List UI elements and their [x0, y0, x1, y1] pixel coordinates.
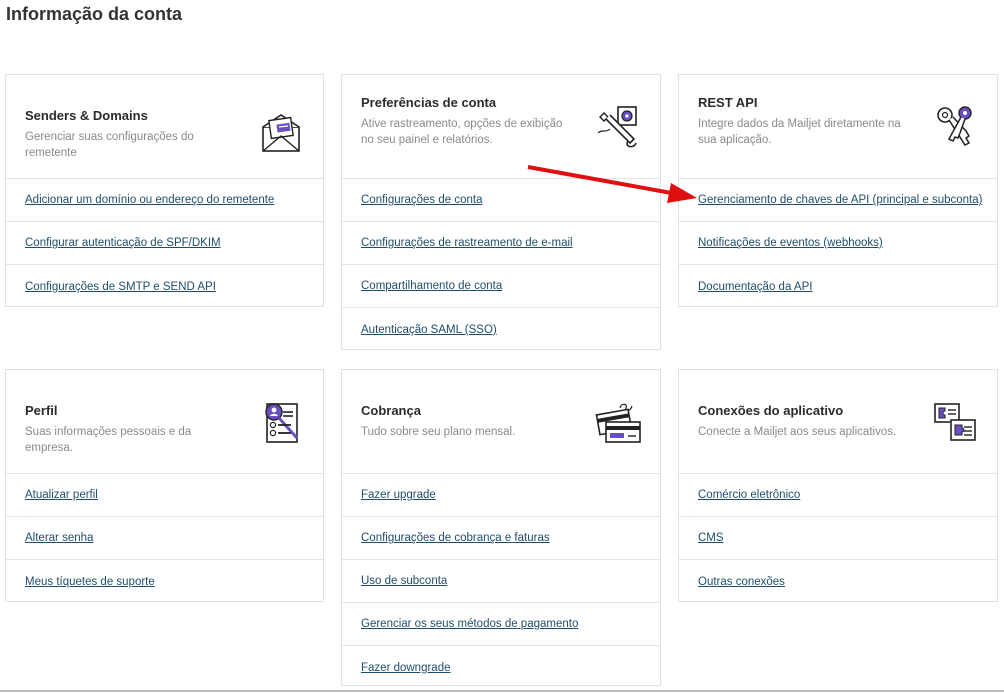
link-row: Configurar autenticação de SPF/DKIM — [6, 222, 323, 265]
card-description: Integre dados da Mailjet diretamente na … — [698, 118, 901, 146]
link-row: Gerenciar os seus métodos de pagamento — [342, 603, 660, 646]
keys-icon — [937, 106, 972, 146]
link-row: Comércio eletrônico — [679, 474, 997, 517]
card-rest-api: REST API Integre dados da Mailjet direta… — [678, 74, 998, 307]
card-header: Senders & Domains Gerenciar suas configu… — [6, 75, 323, 179]
card-description: Conecte a Mailjet aos seus aplicativos. — [698, 426, 897, 438]
account-settings-link[interactable]: Configurações de conta — [361, 194, 482, 206]
other-connections-link[interactable]: Outras conexões — [698, 576, 785, 588]
ecommerce-link[interactable]: Comércio eletrônico — [698, 489, 800, 501]
profile-magnifier-icon — [265, 403, 299, 443]
spf-dkim-auth-link[interactable]: Configurar autenticação de SPF/DKIM — [25, 237, 221, 249]
link-row: CMS — [679, 517, 997, 560]
card-billing: Cobrança Tudo sobre seu plano mensal. Fa… — [341, 369, 661, 686]
card-title: Cobrança — [361, 403, 421, 418]
upgrade-link[interactable]: Fazer upgrade — [361, 489, 436, 501]
account-sharing-link[interactable]: Compartilhamento de conta — [361, 280, 502, 292]
card-header: REST API Integre dados da Mailjet direta… — [679, 75, 997, 179]
card-description: Ative rastreamento, opções de exibição n… — [361, 118, 563, 146]
card-header: Conexões do aplicativo Conecte a Mailjet… — [679, 370, 997, 474]
puzzle-cards-icon — [934, 403, 976, 441]
downgrade-link[interactable]: Fazer downgrade — [361, 662, 451, 674]
card-header: Perfil Suas informações pessoais e da em… — [6, 370, 323, 474]
event-webhooks-link[interactable]: Notificações de eventos (webhooks) — [698, 237, 883, 249]
cms-link[interactable]: CMS — [698, 532, 724, 544]
link-row: Configurações de rastreamento de e-mail — [342, 222, 660, 265]
link-row: Notificações de eventos (webhooks) — [679, 222, 997, 265]
card-title: REST API — [698, 95, 758, 110]
link-row: Uso de subconta — [342, 560, 660, 603]
update-profile-link[interactable]: Atualizar perfil — [25, 489, 98, 501]
add-sender-domain-link[interactable]: Adicionar um domínio ou endereço do reme… — [25, 194, 274, 206]
credit-card-icon — [595, 403, 641, 443]
payment-methods-link[interactable]: Gerenciar os seus métodos de pagamento — [361, 618, 578, 630]
link-row: Compartilhamento de conta — [342, 265, 660, 308]
link-row: Meus tíquetes de suporte — [6, 560, 323, 603]
card-profile: Perfil Suas informações pessoais e da em… — [5, 369, 324, 602]
link-row: Configurações de cobrança e faturas — [342, 517, 660, 560]
card-senders-domains: Senders & Domains Gerenciar suas configu… — [5, 74, 324, 307]
api-keys-management-link[interactable]: Gerenciamento de chaves de API (principa… — [698, 194, 982, 206]
card-title: Conexões do aplicativo — [698, 403, 844, 418]
link-row: Documentação da API — [679, 265, 997, 308]
envelope-icon — [262, 114, 300, 152]
bottom-divider — [0, 690, 1004, 692]
link-row: Atualizar perfil — [6, 474, 323, 517]
api-documentation-link[interactable]: Documentação da API — [698, 281, 812, 293]
billing-invoices-settings-link[interactable]: Configurações de cobrança e faturas — [361, 532, 550, 544]
wrench-gear-icon — [597, 106, 637, 148]
card-title: Perfil — [25, 403, 58, 418]
card-header: Cobrança Tudo sobre seu plano mensal. — [342, 370, 660, 474]
card-description: Suas informações pessoais e da empresa. — [25, 426, 192, 454]
link-row: Gerenciamento de chaves de API (principa… — [679, 179, 997, 222]
change-password-link[interactable]: Alterar senha — [25, 532, 93, 544]
card-title: Senders & Domains — [25, 108, 148, 123]
link-row: Autenticação SAML (SSO) — [342, 308, 660, 351]
link-row: Outras conexões — [679, 560, 997, 603]
link-row: Configurações de conta — [342, 179, 660, 222]
link-row: Adicionar um domínio ou endereço do reme… — [6, 179, 323, 222]
page-title: Informação da conta — [6, 4, 183, 24]
card-description: Tudo sobre seu plano mensal. — [361, 426, 516, 438]
link-row: Fazer downgrade — [342, 646, 660, 689]
smtp-send-api-link[interactable]: Configurações de SMTP e SEND API — [25, 281, 216, 293]
subaccount-usage-link[interactable]: Uso de subconta — [361, 575, 447, 587]
card-title: Preferências de conta — [361, 95, 497, 110]
card-header: Preferências de conta Ative rastreamento… — [342, 75, 660, 179]
support-tickets-link[interactable]: Meus tíquetes de suporte — [25, 576, 155, 588]
card-description: Gerenciar suas configurações do remetent… — [25, 131, 194, 159]
card-account-preferences: Preferências de conta Ative rastreamento… — [341, 74, 661, 350]
account-info-page: Informação da conta Senders & Domains Ge… — [0, 0, 1004, 693]
saml-sso-link[interactable]: Autenticação SAML (SSO) — [361, 324, 497, 336]
link-row: Fazer upgrade — [342, 474, 660, 517]
email-tracking-settings-link[interactable]: Configurações de rastreamento de e-mail — [361, 237, 573, 249]
link-row: Configurações de SMTP e SEND API — [6, 265, 323, 308]
link-row: Alterar senha — [6, 517, 323, 560]
card-app-connections: Conexões do aplicativo Conecte a Mailjet… — [678, 369, 998, 602]
